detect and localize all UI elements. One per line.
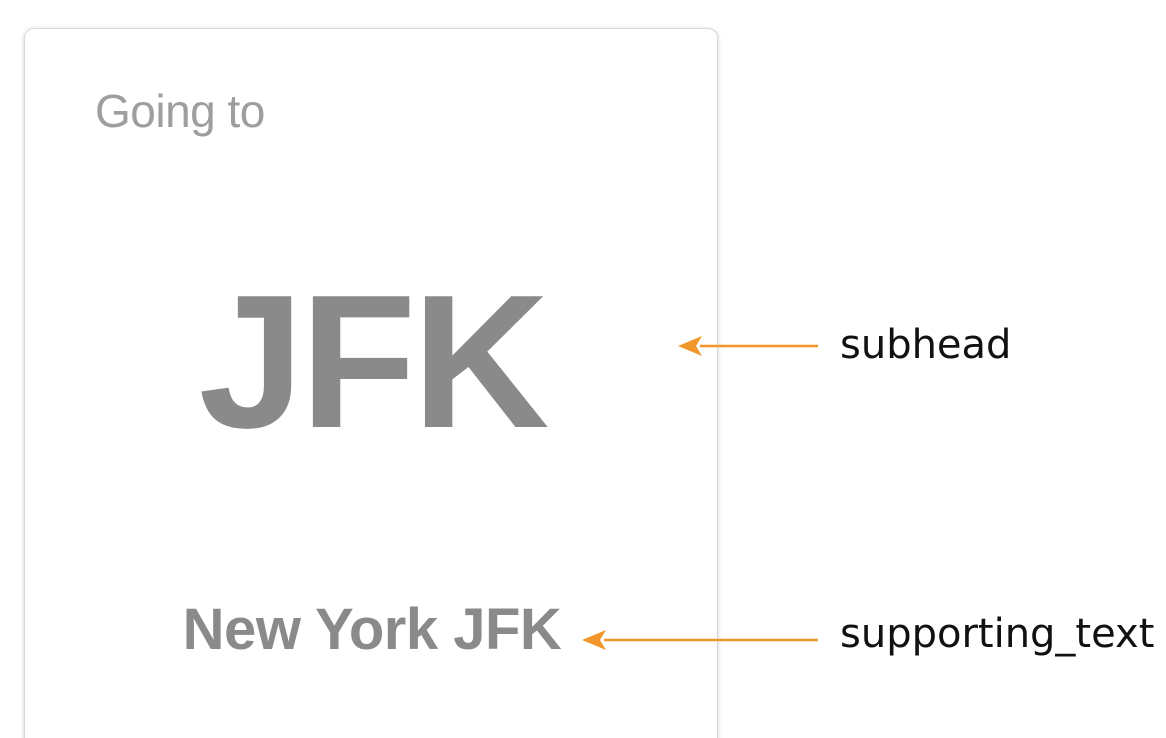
card-supporting-text: New York JFK bbox=[182, 597, 562, 662]
supporting-text-annotation-label: supporting_text bbox=[840, 611, 1155, 657]
destination-card[interactable]: Going to JFK New York JFK bbox=[24, 28, 718, 738]
card-heading: Going to bbox=[95, 85, 265, 137]
subhead-annotation-label: subhead bbox=[840, 322, 1012, 368]
card-subhead: JFK bbox=[198, 256, 550, 468]
diagram-stage: Going to JFK New York JFK subhead suppor… bbox=[0, 0, 1166, 738]
